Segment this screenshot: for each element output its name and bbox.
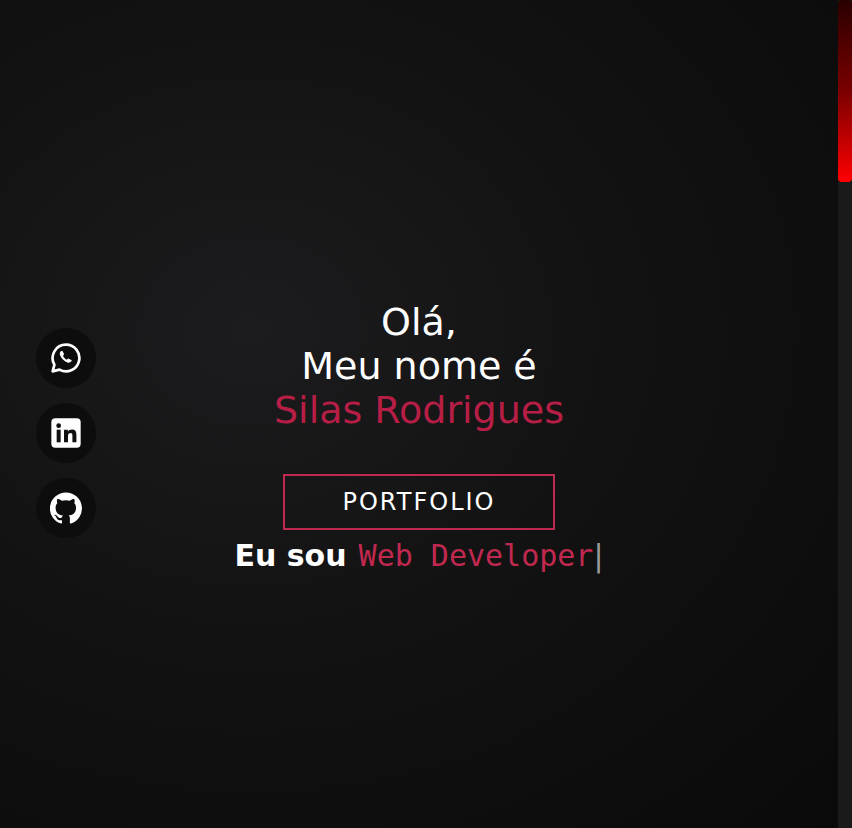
hero-section: Olá,Meu nome éSilas Rodrigues PORTFOLIO Eu… — [0, 0, 838, 828]
name-text: Silas Rodrigues — [274, 388, 564, 432]
social-bar — [36, 328, 96, 538]
whatsapp-icon — [50, 342, 82, 374]
hero-heading: Olá,Meu nome éSilas Rodrigues — [274, 300, 564, 432]
page: Olá,Meu nome éSilas Rodrigues PORTFOLIO Eu… — [0, 0, 852, 828]
portfolio-button[interactable]: PORTFOLIO — [283, 474, 555, 530]
github-icon — [50, 492, 82, 524]
typed-text: Web Developer — [359, 536, 594, 576]
linkedin-icon — [50, 417, 82, 449]
typing-cursor: | — [593, 536, 603, 576]
greeting-text: Olá, — [381, 300, 457, 344]
hero-content: Olá,Meu nome éSilas Rodrigues PORTFOLIO Eu… — [234, 300, 603, 576]
linkedin-link[interactable] — [36, 403, 96, 463]
intro-text: Meu nome é — [301, 344, 537, 388]
whatsapp-link[interactable] — [36, 328, 96, 388]
typed-line: Eu sou Web Developer| — [234, 536, 603, 576]
github-link[interactable] — [36, 478, 96, 538]
scroll-thumb[interactable] — [838, 0, 852, 182]
typed-prefix: Eu sou — [234, 536, 346, 576]
scrollbar[interactable] — [838, 0, 852, 828]
